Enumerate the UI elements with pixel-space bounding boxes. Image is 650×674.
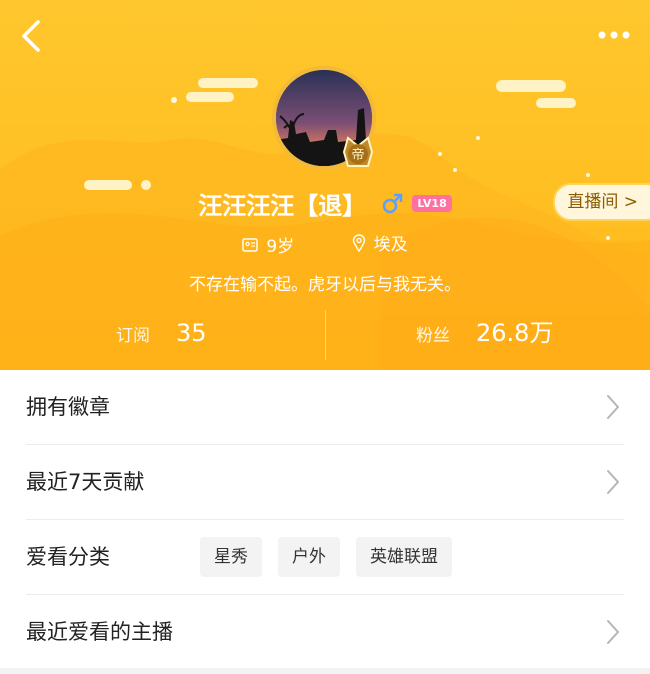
categories-label: 爱看分类 (26, 545, 110, 569)
male-icon (383, 193, 403, 213)
fans-value: 26.8万 (476, 319, 554, 347)
avatar-container[interactable]: 帝 (272, 66, 382, 176)
contribution-row[interactable]: 最近7天贡献 (26, 445, 624, 520)
subscribe-value: 35 (176, 319, 207, 347)
chevron-right-icon (607, 620, 619, 644)
badges-label: 拥有徽章 (26, 395, 110, 419)
contribution-label: 最近7天贡献 (26, 470, 145, 494)
name-row: 汪汪汪汪【退】 LV18 (0, 186, 650, 221)
fans-label: 粉丝 (416, 326, 450, 346)
stats-divider (325, 310, 326, 360)
profile-header: 帝 直播间 > 汪汪汪汪【退】 LV18 9岁 埃及 不存在输不起。虎牙以后与我… (0, 0, 650, 370)
stats-bar: 订阅 35 粉丝 26.8万 (0, 306, 650, 360)
chevron-right-icon (607, 470, 619, 494)
favorite-streamers-row[interactable]: 最近爱看的主播 (26, 595, 624, 669)
more-icon[interactable] (594, 20, 634, 50)
favorite-streamers-label: 最近爱看的主播 (26, 620, 173, 644)
age-item: 9岁 (242, 232, 294, 257)
age-text: 9岁 (266, 237, 295, 257)
subscribe-stat[interactable]: 订阅 35 (116, 306, 207, 360)
subscribe-label: 订阅 (116, 326, 150, 346)
category-tag[interactable]: 英雄联盟 (356, 537, 452, 577)
category-tag[interactable]: 户外 (278, 537, 340, 577)
emperor-badge-text: 帝 (351, 147, 364, 163)
profile-menu-list: 拥有徽章 最近7天贡献 爱看分类 星秀 户外 英雄联盟 最近爱看的主播 (0, 370, 650, 669)
categories-row: 爱看分类 星秀 户外 英雄联盟 (26, 520, 624, 595)
category-tags: 星秀 户外 英雄联盟 (200, 537, 452, 577)
fans-stat[interactable]: 粉丝 26.8万 (416, 306, 553, 360)
chevron-right-icon (607, 395, 619, 419)
meta-row: 9岁 埃及 (0, 230, 650, 257)
location-pin-icon (352, 233, 365, 252)
badges-row[interactable]: 拥有徽章 (26, 370, 624, 445)
emperor-badge-icon: 帝 (342, 136, 374, 167)
bottom-spacer (0, 668, 650, 674)
id-card-icon (242, 237, 259, 252)
signature: 不存在输不起。虎牙以后与我无关。 (189, 275, 461, 295)
username: 汪汪汪汪【退】 (198, 192, 367, 220)
level-badge: LV18 (412, 195, 452, 212)
back-icon[interactable] (14, 18, 50, 54)
location-text: 埃及 (373, 235, 408, 255)
category-tag[interactable]: 星秀 (200, 537, 262, 577)
location-item: 埃及 (352, 230, 408, 255)
